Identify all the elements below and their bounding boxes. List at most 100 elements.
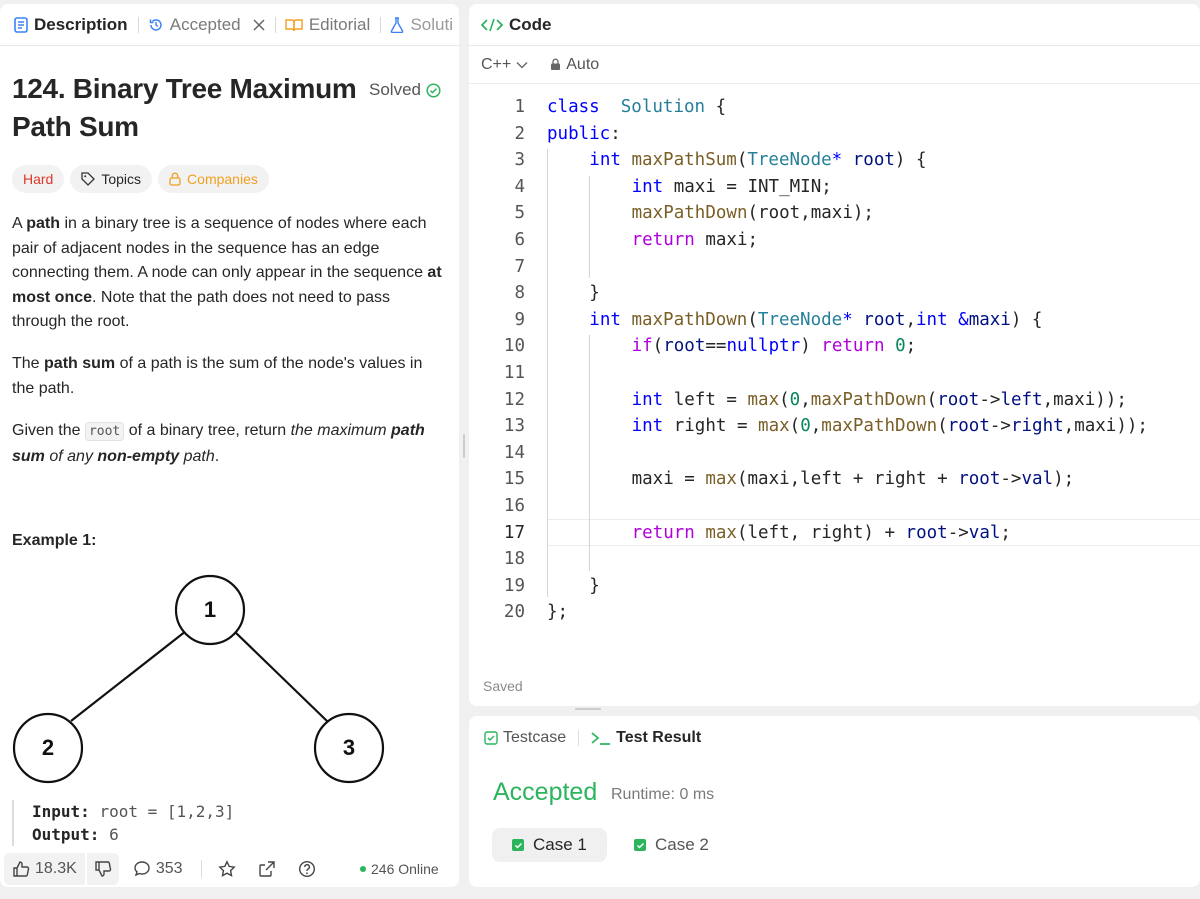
description-paragraph: Given the root of a binary tree, return … <box>12 419 442 469</box>
case-1-tab[interactable]: Case 1 <box>492 828 607 862</box>
tab-accepted[interactable]: Accepted <box>142 15 271 35</box>
text-segment: in a binary tree is a sequence of nodes … <box>12 215 428 281</box>
code-text: return maxi; <box>632 227 758 254</box>
code-line: 7 <box>469 254 1200 281</box>
terminal-icon <box>591 731 611 745</box>
example-title: Example 1: <box>12 532 97 549</box>
code-token: (root,maxi); <box>747 203 874 224</box>
code-token: root <box>905 522 948 543</box>
code-line: 3 int maxPathSum(TreeNode* root) { <box>469 147 1200 174</box>
code-token: & <box>958 309 969 330</box>
code-token: ) <box>800 336 822 357</box>
code-token: if <box>631 336 653 357</box>
output-value: 6 <box>109 825 119 844</box>
companies-tag[interactable]: Companies <box>158 165 269 193</box>
tab-testcase[interactable]: Testcase <box>484 729 566 747</box>
code-token: ) { <box>1010 309 1043 330</box>
lock-icon <box>169 172 181 186</box>
code-token: right <box>1010 416 1064 437</box>
auto-mode[interactable]: Auto <box>550 56 599 74</box>
tree-node-label: 3 <box>343 735 355 760</box>
code-text: } <box>589 280 600 307</box>
tab-editorial[interactable]: Editorial <box>279 15 376 35</box>
tab-description[interactable]: Description <box>8 15 134 35</box>
description-paragraph: The path sum of a path is the sum of the… <box>12 352 442 401</box>
star-icon[interactable] <box>217 860 236 878</box>
vertical-resize-handle[interactable] <box>463 434 465 458</box>
line-number: 5 <box>514 203 525 224</box>
code-token: { <box>705 97 727 117</box>
code-token: maxPathDown <box>631 203 748 224</box>
code-line: 10 if(root==nullptr) return 0; <box>469 333 1200 360</box>
code-token: max <box>747 389 780 410</box>
language-select[interactable]: C++ <box>481 56 528 74</box>
topics-label: Topics <box>101 171 142 187</box>
code-text: if(root==nullptr) return 0; <box>632 333 917 360</box>
input-label: Input: <box>32 802 90 821</box>
code-line: 17 return max(left, right) + root->val; <box>469 520 1200 547</box>
code-line: 18 <box>469 546 1200 573</box>
text-segment: path sum <box>44 355 116 372</box>
line-number: 16 <box>503 496 525 516</box>
code-token: root <box>663 336 706 357</box>
like-button[interactable]: 18.3K <box>4 853 85 885</box>
code-line: 2 public: <box>469 121 1200 148</box>
line-number: 2 <box>514 123 525 144</box>
tab-label: Description <box>34 14 128 34</box>
code-icon <box>481 18 503 32</box>
saved-status: Saved <box>483 678 523 694</box>
close-icon[interactable] <box>253 18 265 31</box>
tab-solutions[interactable]: Soluti <box>384 15 459 35</box>
tab-test-result[interactable]: Test Result <box>591 729 701 747</box>
code-line: 14 <box>469 440 1200 467</box>
code-token: ,maxi)); <box>1042 389 1127 410</box>
code-line: 8} <box>469 280 1200 307</box>
checkbox-icon <box>484 731 498 745</box>
code-text: }; <box>547 599 568 626</box>
code-token: return <box>821 336 885 357</box>
tree-node-label: 1 <box>204 597 216 622</box>
indent-guide <box>589 175 591 279</box>
line-number: 9 <box>514 309 525 330</box>
share-icon[interactable] <box>258 860 276 878</box>
difficulty-tag[interactable]: Hard <box>12 165 65 193</box>
code-token: }; <box>547 602 569 623</box>
help-icon[interactable] <box>298 860 316 878</box>
code-line: 4 int maxi = INT_MIN; <box>469 174 1200 201</box>
case-2-tab[interactable]: Case 2 <box>614 828 729 862</box>
output-label: Output: <box>32 825 100 844</box>
comments-button[interactable]: 353 <box>133 860 183 878</box>
like-count: 18.3K <box>35 860 77 877</box>
code-text: maxPathDown(root,maxi); <box>632 200 874 227</box>
problem-title: 124. Binary Tree Maximum Path Sum <box>12 73 357 142</box>
check-circle-icon <box>426 82 441 98</box>
code-token: root <box>958 469 1001 490</box>
code-token: -> <box>947 522 969 543</box>
code-token: maxPathDown <box>821 416 938 437</box>
horizontal-resize-handle[interactable] <box>575 708 601 710</box>
topics-tag[interactable]: Topics <box>70 165 153 193</box>
input-value: root = [1,2,3] <box>99 802 235 821</box>
line-number: 19 <box>503 575 525 596</box>
code-token: ; <box>1000 522 1011 543</box>
line-number: 6 <box>514 230 525 250</box>
code-token: ( <box>926 389 938 410</box>
code-token: ( <box>747 309 758 330</box>
code-token: ( <box>789 416 801 437</box>
code-token: left <box>1000 389 1043 410</box>
text-segment: . <box>214 447 220 465</box>
code-text: public: <box>547 121 621 148</box>
test-result-label: Test Result <box>616 729 702 746</box>
lock-icon <box>550 58 561 71</box>
code-token: ; <box>905 336 917 357</box>
dislike-button[interactable] <box>86 853 119 885</box>
code-token: ); <box>1053 469 1075 490</box>
tag-row: Hard Topics Companies <box>12 165 269 193</box>
code-token: val <box>968 522 1001 543</box>
tab-code[interactable]: Code <box>481 15 552 35</box>
code-token: , <box>905 309 916 330</box>
code-token: root <box>852 150 895 171</box>
